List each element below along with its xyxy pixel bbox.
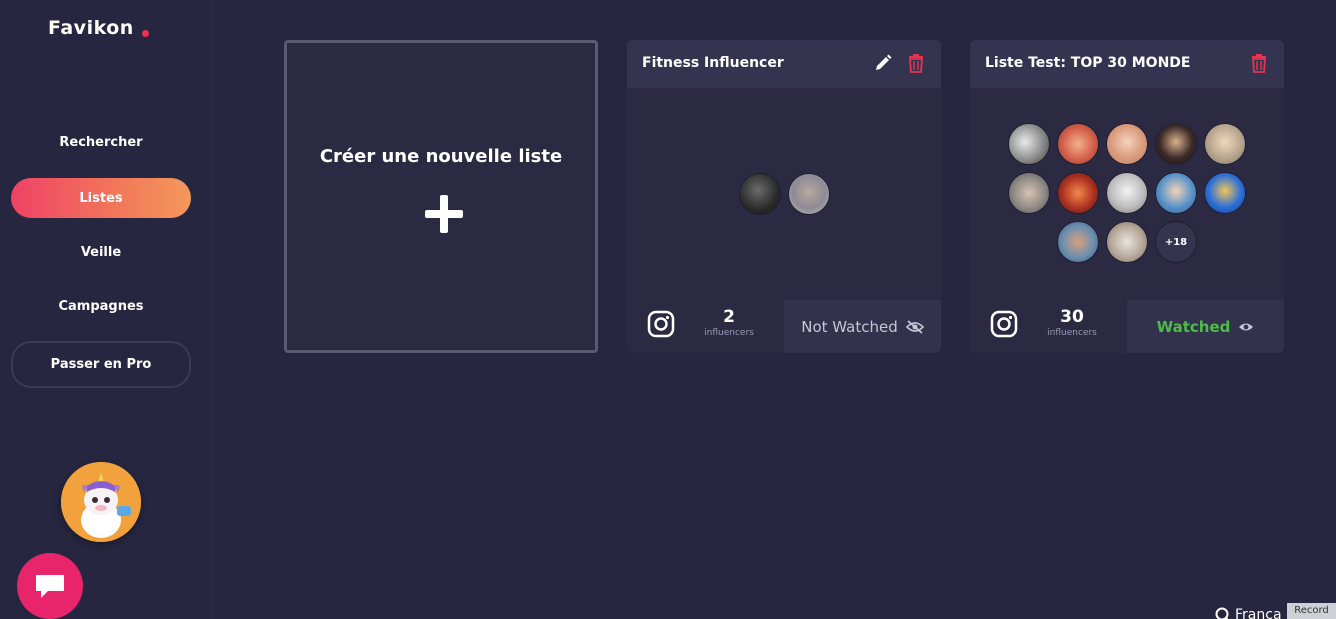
influencer-avatar[interactable] bbox=[1008, 172, 1050, 214]
unicorn-avatar-icon bbox=[61, 462, 141, 542]
watch-toggle[interactable]: Not Watched bbox=[784, 300, 941, 353]
influencer-avatar[interactable] bbox=[1106, 123, 1148, 165]
influencer-count-label: influencers bbox=[704, 328, 754, 338]
influencer-count-label: influencers bbox=[1047, 328, 1097, 338]
sidebar-item-rechercher[interactable]: Rechercher bbox=[11, 122, 191, 162]
language-label: Franca bbox=[1235, 607, 1282, 619]
sidebar-item-veille[interactable]: Veille bbox=[11, 232, 191, 272]
chat-icon bbox=[36, 575, 64, 598]
influencer-avatar[interactable] bbox=[1008, 123, 1050, 165]
sidebar: Favikon Rechercher Listes Veille Campagn… bbox=[0, 0, 212, 619]
sidebar-item-label: Rechercher bbox=[59, 134, 143, 150]
list-card-footer: 30 influencers Watched bbox=[970, 300, 1284, 353]
trash-icon[interactable] bbox=[1249, 53, 1269, 73]
sidebar-item-label: Veille bbox=[80, 244, 122, 260]
eye-off-icon bbox=[905, 319, 924, 334]
influencer-avatar[interactable] bbox=[1106, 221, 1148, 263]
pencil-icon[interactable] bbox=[873, 53, 893, 73]
list-card-header: Fitness Influencer bbox=[627, 40, 941, 88]
instagram-icon bbox=[990, 310, 1018, 338]
influencer-avatar[interactable] bbox=[1106, 172, 1148, 214]
search-icon bbox=[1215, 607, 1229, 619]
influencer-count-value: 30 bbox=[1060, 307, 1084, 327]
app-root: Favikon Rechercher Listes Veille Campagn… bbox=[0, 0, 1336, 619]
chat-button[interactable] bbox=[17, 553, 83, 619]
influencer-count-value: 2 bbox=[723, 307, 735, 327]
influencer-count: 30 influencers bbox=[1040, 308, 1104, 338]
more-influencers-label: +18 bbox=[1164, 236, 1188, 248]
sidebar-item-listes[interactable]: Listes bbox=[11, 178, 191, 218]
more-influencers-badge[interactable]: +18 bbox=[1155, 221, 1197, 263]
logo-dot bbox=[142, 30, 149, 37]
logo[interactable]: Favikon bbox=[48, 17, 134, 39]
influencer-count: 2 influencers bbox=[697, 308, 761, 338]
eye-icon bbox=[1239, 323, 1254, 330]
influencer-avatar[interactable] bbox=[739, 173, 781, 215]
list-card-title: Liste Test: TOP 30 MONDE bbox=[985, 55, 1191, 71]
influencer-avatar[interactable] bbox=[788, 173, 830, 215]
list-card-footer: 2 influencers Not Watched bbox=[627, 300, 941, 353]
list-card-fitness-influencer[interactable]: Fitness Influencer 2 influencers Not Wat… bbox=[627, 40, 941, 353]
record-button[interactable]: Record bbox=[1287, 603, 1336, 619]
instagram-icon bbox=[647, 310, 675, 338]
influencer-avatar[interactable] bbox=[1057, 123, 1099, 165]
list-card-header: Liste Test: TOP 30 MONDE bbox=[970, 40, 1284, 88]
create-list-card[interactable]: Créer une nouvelle liste bbox=[284, 40, 598, 353]
watch-status-label: Not Watched bbox=[801, 317, 898, 336]
list-card-top-30-monde[interactable]: Liste Test: TOP 30 MONDE +18 30 influenc… bbox=[970, 40, 1284, 353]
sidebar-item-label: Listes bbox=[79, 190, 123, 206]
create-list-title: Créer une nouvelle liste bbox=[319, 146, 563, 167]
plus-icon bbox=[425, 195, 463, 233]
trash-icon[interactable] bbox=[906, 53, 926, 73]
sidebar-item-label: Campagnes bbox=[58, 298, 144, 314]
influencer-avatar[interactable] bbox=[1155, 123, 1197, 165]
upgrade-pro-button[interactable]: Passer en Pro bbox=[11, 341, 191, 388]
list-card-title: Fitness Influencer bbox=[642, 55, 784, 71]
watch-status-label: Watched bbox=[1156, 317, 1231, 336]
watch-toggle[interactable]: Watched bbox=[1127, 300, 1284, 353]
user-avatar[interactable] bbox=[61, 462, 141, 542]
influencer-avatar[interactable] bbox=[1204, 123, 1246, 165]
sidebar-item-campagnes[interactable]: Campagnes bbox=[11, 286, 191, 326]
language-selector[interactable]: Franca bbox=[1215, 607, 1282, 619]
influencer-avatar[interactable] bbox=[1057, 221, 1099, 263]
influencer-avatar[interactable] bbox=[1057, 172, 1099, 214]
influencer-avatar[interactable] bbox=[1204, 172, 1246, 214]
influencer-avatar[interactable] bbox=[1155, 172, 1197, 214]
upgrade-pro-label: Passer en Pro bbox=[50, 357, 152, 372]
